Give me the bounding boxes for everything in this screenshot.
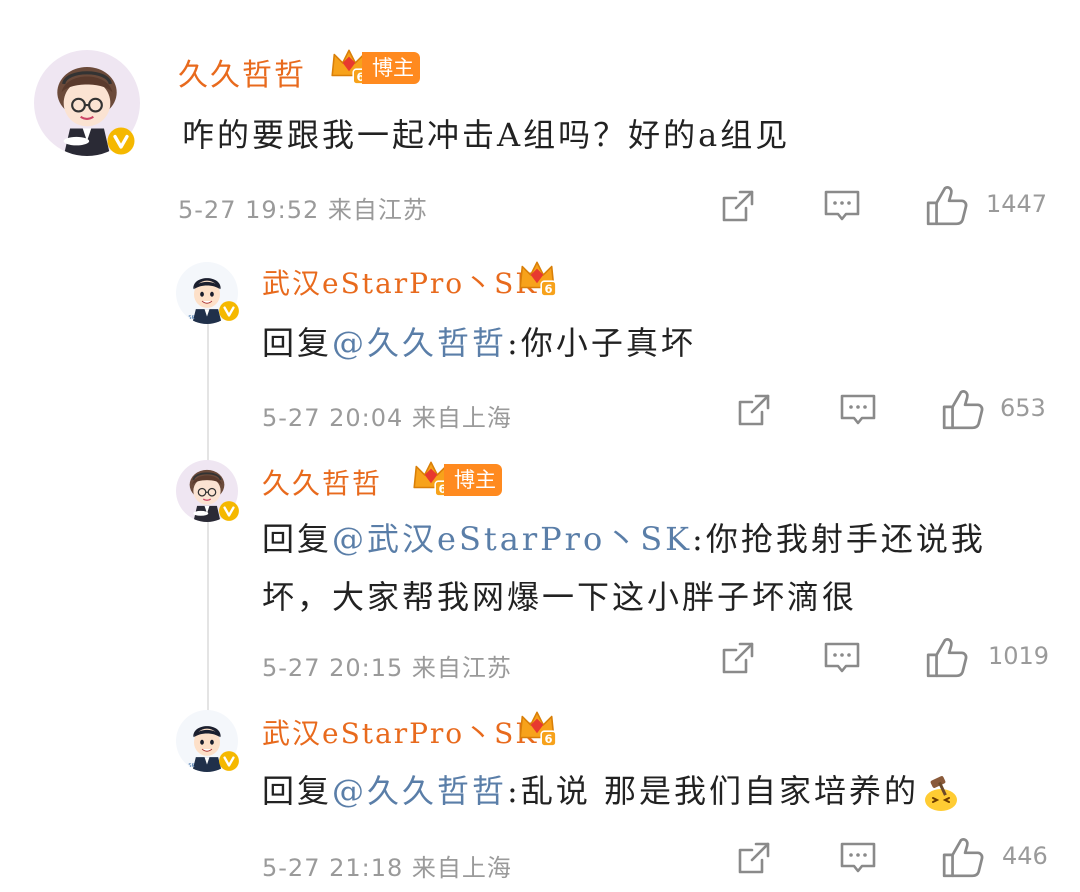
comment-meta: 5-27 19:52 来自江苏 bbox=[178, 196, 428, 224]
reply-text: :你小子真坏 bbox=[507, 324, 696, 362]
reply-text-line1: :你抢我射手还说我 bbox=[692, 520, 986, 558]
verified-icon bbox=[218, 750, 240, 772]
comment-text-line2: 坏，大家帮我网爆一下这小胖子坏滴很 bbox=[262, 578, 858, 616]
comment-icon[interactable] bbox=[838, 838, 878, 878]
share-icon[interactable] bbox=[718, 638, 758, 678]
like-icon[interactable] bbox=[924, 182, 970, 228]
like-count: 1447 bbox=[986, 190, 1048, 218]
like-count: 446 bbox=[1002, 842, 1048, 870]
comment-text: 咋的要跟我一起冲击A组吗？好的a组见 bbox=[182, 116, 791, 154]
like-icon[interactable] bbox=[940, 834, 986, 880]
username[interactable]: 武汉eStarPro丶SK bbox=[262, 262, 538, 302]
like-icon[interactable] bbox=[924, 634, 970, 680]
reply-prefix: 回复 bbox=[262, 324, 333, 362]
comment-text: 回复@久久哲哲:你小子真坏 bbox=[262, 318, 696, 364]
comment-icon[interactable] bbox=[822, 186, 862, 226]
comment-icon[interactable] bbox=[838, 390, 878, 430]
comment-meta: 5-27 21:18 来自上海 bbox=[262, 854, 512, 882]
avatar[interactable] bbox=[34, 50, 140, 156]
mention-link[interactable]: @久久哲哲 bbox=[332, 324, 507, 362]
like-count: 1019 bbox=[988, 642, 1050, 670]
avatar[interactable] bbox=[176, 710, 238, 772]
username[interactable]: 久久哲哲 bbox=[262, 462, 382, 502]
like-count: 653 bbox=[1000, 394, 1046, 422]
comment-text: 回复@武汉eStarPro丶SK:你抢我射手还说我 bbox=[262, 514, 986, 560]
username[interactable]: 久久哲哲 bbox=[178, 50, 306, 94]
share-icon[interactable] bbox=[734, 390, 774, 430]
avatar[interactable] bbox=[176, 460, 238, 522]
like-icon[interactable] bbox=[940, 386, 986, 432]
share-icon[interactable] bbox=[734, 838, 774, 878]
comment-icon[interactable] bbox=[822, 638, 862, 678]
share-icon[interactable] bbox=[718, 186, 758, 226]
comment-meta: 5-27 20:15 来自江苏 bbox=[262, 654, 512, 682]
judge-emoji-icon bbox=[921, 774, 961, 814]
blogger-tag: 博主 bbox=[444, 464, 502, 496]
crown-icon bbox=[516, 256, 558, 298]
comment-text: 回复@久久哲哲:乱说 那是我们自家培养的 bbox=[262, 766, 961, 814]
reply-prefix: 回复 bbox=[262, 772, 333, 810]
mention-link[interactable]: @久久哲哲 bbox=[332, 772, 507, 810]
blogger-tag: 博主 bbox=[362, 52, 420, 84]
mention-link[interactable]: @武汉eStarPro丶SK bbox=[332, 520, 692, 558]
verified-icon bbox=[218, 300, 240, 322]
verified-icon bbox=[218, 500, 240, 522]
reply-text: :乱说 那是我们自家培养的 bbox=[507, 772, 919, 810]
comment-meta: 5-27 20:04 来自上海 bbox=[262, 404, 512, 432]
crown-icon bbox=[516, 706, 558, 748]
verified-icon bbox=[106, 126, 136, 156]
avatar[interactable] bbox=[176, 262, 238, 324]
reply-prefix: 回复 bbox=[262, 520, 333, 558]
username[interactable]: 武汉eStarPro丶SK bbox=[262, 712, 538, 752]
